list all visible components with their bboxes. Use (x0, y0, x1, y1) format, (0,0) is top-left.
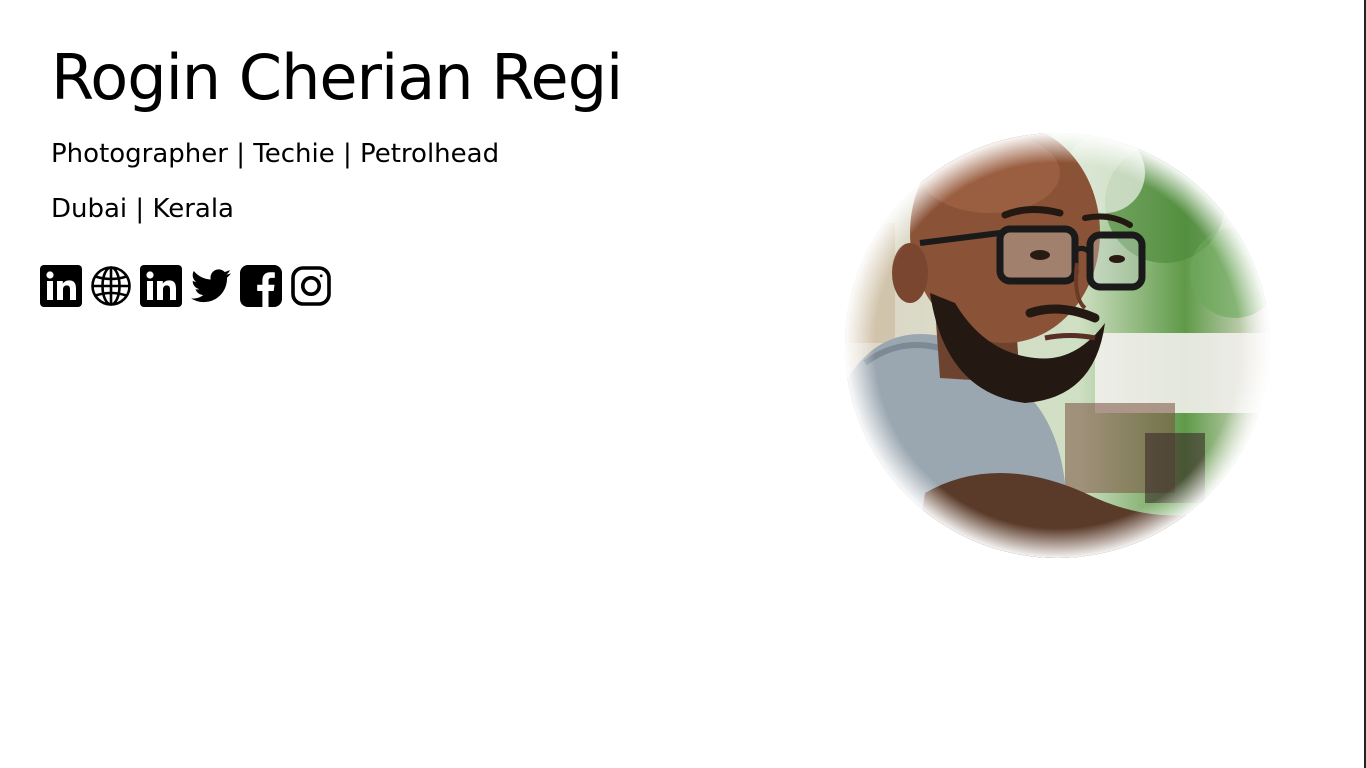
profile-tagline: Photographer | Techie | Petrolhead (51, 139, 500, 169)
linkedin-link[interactable] (40, 265, 82, 307)
linkedin-company-link[interactable] (140, 265, 182, 307)
twitter-link[interactable] (190, 265, 232, 307)
instagram-link[interactable] (290, 265, 332, 307)
linkedin-icon (140, 265, 182, 307)
website-link[interactable] (90, 265, 132, 307)
twitter-icon (191, 269, 231, 303)
facebook-icon (240, 265, 282, 307)
profile-photo (845, 133, 1270, 558)
profile-name: Rogin Cherian Regi (51, 41, 623, 114)
facebook-link[interactable] (240, 265, 282, 307)
profile-location: Dubai | Kerala (51, 194, 234, 224)
profile-photo-image (845, 133, 1270, 558)
instagram-icon (291, 266, 331, 306)
globe-icon (91, 266, 131, 306)
social-links (40, 264, 332, 308)
linkedin-icon (40, 265, 82, 307)
